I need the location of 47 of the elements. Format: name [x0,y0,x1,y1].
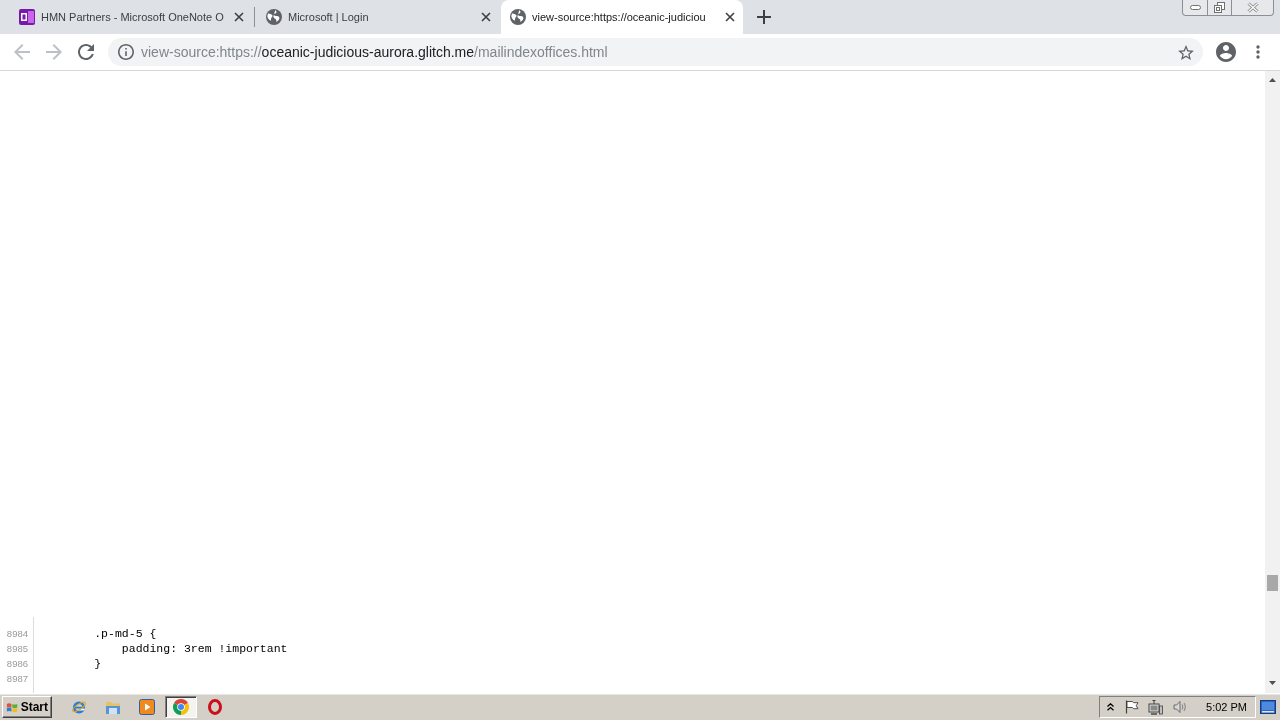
close-icon [1246,2,1259,13]
ring-logo-icon [207,699,223,715]
code-text: .p-md-5 { [94,627,157,640]
menu-icon[interactable] [1256,45,1260,59]
line-number: 8987 [6,672,28,686]
close-icon[interactable] [481,12,491,22]
e-logo-icon [71,699,87,715]
flag-logo-icon [6,700,19,714]
restore-icon [1214,2,1225,13]
scroll-up-icon[interactable] [1269,78,1276,82]
scroll-down-icon[interactable] [1269,681,1276,685]
code-text: } [94,657,102,670]
browser-tab[interactable]: Microsoft | Login [257,0,499,34]
line-number: 8985 [6,642,28,656]
flag-icon[interactable] [1125,700,1140,714]
taskbar-button[interactable] [165,696,197,718]
plus-icon[interactable] [757,10,771,24]
clock-text: 5:02 PM [1206,701,1247,713]
browser-logo-icon [173,699,189,715]
close-icon[interactable] [725,12,735,22]
url-text: view-source:https://oceanic-judicious-aurora.glitch.me/mailindexoffices.html [141,44,609,60]
close-button[interactable] [1232,0,1274,16]
browser-tab[interactable]: view-source:https://oceanic-judiciou [501,0,743,34]
info-icon[interactable] [118,44,134,60]
scrollbar[interactable] [1265,71,1280,693]
desktop-icon[interactable] [1260,700,1276,714]
line-number: 8984 [6,627,28,641]
globe-icon [266,9,282,25]
minimize-button[interactable] [1182,0,1208,16]
chevron-icon[interactable] [1107,703,1115,711]
minimize-icon [1189,5,1201,10]
restore-button[interactable] [1208,0,1232,16]
reload-icon[interactable] [78,44,94,60]
folder-icon [105,699,121,715]
globe-icon [510,9,526,25]
monitor-icon[interactable] [1148,699,1164,715]
close-icon[interactable] [234,12,244,22]
notebook-icon [19,9,35,25]
play-icon [139,699,155,715]
address-field[interactable]: view-source:https://oceanic-judicious-aurora.glitch.me/mailindexoffices.html [108,38,1203,66]
code-text: padding: 3rem !important [121,642,288,655]
line-number: 8986 [6,657,28,671]
browser-tab[interactable]: HMN Partners - Microsoft OneNote O [10,0,252,34]
profile-icon[interactable] [1216,42,1236,62]
start-button[interactable]: Start [2,696,52,718]
scrollbar-thumb[interactable] [1267,575,1278,591]
star-icon[interactable] [1178,44,1194,60]
